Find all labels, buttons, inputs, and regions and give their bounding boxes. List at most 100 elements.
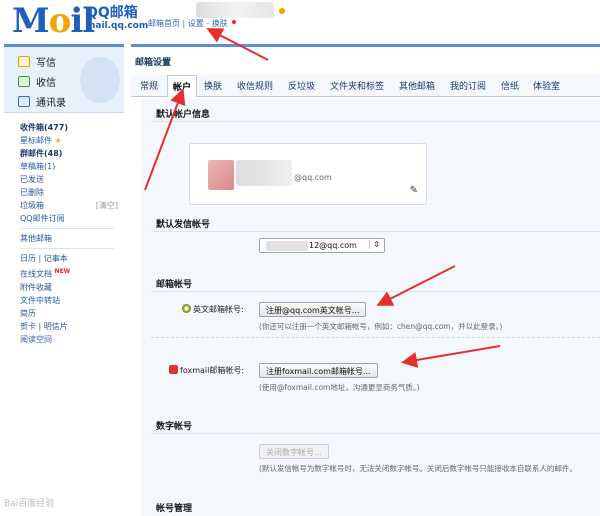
sidebar-actions: 写信 收信 通讯录 [4, 47, 124, 113]
account-management-title: 帐号管理 [156, 504, 193, 514]
folder-deleted[interactable]: 已删除 [20, 186, 118, 199]
tab-account[interactable]: 帐户 [167, 75, 198, 97]
english-account-hint: (你还可以注册一个英文邮箱帐号，例如：chen@qq.com，并以此登录。) [259, 322, 503, 331]
tab-folders[interactable]: 文件夹和标签 [330, 79, 384, 92]
folder-inbox[interactable]: 收件箱(477) [20, 121, 118, 134]
tab-other-mailbox[interactable]: 其他邮箱 [399, 79, 435, 92]
foxmail-account-label: foxmail邮箱帐号: [169, 365, 244, 376]
reading-space-link[interactable]: 阅读空间 [20, 333, 118, 346]
divider [151, 337, 600, 338]
divider [151, 121, 600, 122]
english-account-label: 英文邮箱帐号: [182, 304, 244, 315]
folder-drafts[interactable]: 草稿箱(1) [20, 160, 118, 173]
page-title: 邮箱设置 [135, 58, 172, 68]
divider [151, 231, 600, 232]
tab-general[interactable]: 常规 [140, 79, 158, 92]
divider [151, 291, 600, 292]
cards-row: 贺卡 | 明信片 [20, 321, 68, 331]
blurred-name [236, 160, 292, 186]
notes-link[interactable]: 记事本 [44, 254, 68, 263]
foxmail-account-label-text: foxmail邮箱帐号: [180, 366, 245, 375]
divider [20, 248, 114, 249]
contacts-label: 通讯录 [36, 97, 66, 109]
tab-skin[interactable]: 换肤 [204, 79, 222, 92]
resume-link[interactable]: 简历 [20, 307, 118, 320]
inbox-label: 收信 [36, 77, 56, 89]
compose-button[interactable]: 写信 [18, 53, 56, 69]
calendar-notes-row: 日历 | 记事本 [20, 254, 68, 263]
star-icon: ★ [54, 136, 62, 145]
sender-value: 12@qq.com [309, 241, 357, 250]
inbox-button[interactable]: 收信 [18, 73, 56, 89]
folder-spam[interactable]: 垃圾箱 [清空] [20, 199, 118, 212]
other-mailbox-link[interactable]: 其他邮箱 [20, 232, 118, 245]
file-transfer-link[interactable]: 文件中转站 [20, 294, 118, 307]
blurred-sender [266, 241, 308, 251]
new-badge: NEW [54, 268, 71, 275]
logo-cn-text: QQ邮箱 [86, 5, 138, 21]
divider [151, 433, 600, 434]
logo-domain-text: mail.qq.com [86, 21, 149, 31]
english-account-label-text: 英文邮箱帐号: [193, 305, 244, 314]
default-sender-title: 默认发信帐号 [156, 220, 211, 230]
digital-account-hint: (默认发信帐号为数字帐号时，无法关闭数字帐号。关闭后数字帐号只能接收本自联系人的… [259, 464, 577, 473]
clear-spam-link[interactable]: [清空] [96, 199, 118, 212]
qq-mail-logo[interactable]: Moil [12, 4, 95, 38]
online-docs-label: 在线文档 [20, 269, 52, 279]
postcard-link[interactable]: 明信片 [44, 322, 68, 331]
mailbox-account-title: 邮箱帐号 [156, 280, 193, 290]
nav-settings-link[interactable]: 设置 [188, 19, 204, 28]
folder-group[interactable]: 群邮件(48) [20, 147, 118, 160]
attachments-link[interactable]: 附件收藏 [20, 281, 118, 294]
avatar[interactable] [208, 160, 234, 190]
account-info-card: @qq.com ✎ [189, 143, 427, 205]
header: Moil QQ邮箱 mail.qq.com 邮箱首页 | 设置 - 换肤 [0, 0, 600, 44]
cards-link[interactable]: 贺卡 [20, 322, 36, 331]
blurred-username [196, 2, 274, 18]
folder-spam-label: 垃圾箱 [20, 201, 44, 210]
sidebar: 写信 收信 通讯录 收件箱(477) 星标邮件 ★ 群邮件(48) 草稿箱(1)… [4, 44, 124, 516]
nav-home-link[interactable]: 邮箱首页 [148, 19, 180, 28]
account-email: @qq.com [294, 173, 332, 182]
foxmail-account-hint: (使用@foxmail.com地址，沟通更显商务气质。) [259, 383, 420, 392]
edit-pencil-icon[interactable]: ✎ [410, 185, 418, 196]
folder-sent[interactable]: 已发送 [20, 173, 118, 186]
divider [20, 228, 114, 229]
settings-tabs: 常规 帐户 换肤 收信规则 反垃圾 文件夹和标签 其他邮箱 我的订阅 信纸 体验… [131, 75, 600, 97]
contacts-button[interactable]: 通讯录 [18, 93, 66, 109]
tab-stationery[interactable]: 信纸 [501, 79, 519, 92]
calendar-link[interactable]: 日历 [20, 254, 36, 263]
inbox-icon [18, 75, 30, 87]
nav-skin-link[interactable]: 换肤 [212, 19, 228, 28]
new-dot-icon [232, 20, 236, 24]
register-foxmail-account-button[interactable]: 注册foxmail.com邮箱帐号... [259, 363, 378, 378]
folder-list: 收件箱(477) 星标邮件 ★ 群邮件(48) 草稿箱(1) 已发送 已删除 垃… [4, 113, 124, 346]
select-arrow-icon: ⇕ [369, 240, 380, 249]
digital-account-title: 数字帐号 [156, 422, 193, 432]
tab-rules[interactable]: 收信规则 [237, 79, 273, 92]
online-docs-link[interactable]: 在线文档 NEW [20, 265, 118, 281]
register-english-account-button[interactable]: 注册@qq.com英文帐号... [259, 302, 367, 317]
top-nav: 邮箱首页 | 设置 - 换肤 [148, 18, 228, 29]
folder-starred-label: 星标邮件 [20, 136, 52, 145]
tab-subscriptions[interactable]: 我的订阅 [450, 79, 486, 92]
english-account-icon [182, 304, 191, 313]
folder-subscription[interactable]: QQ邮件订阅 [20, 212, 118, 225]
close-digital-account-button[interactable]: 关闭数字帐号... [259, 444, 329, 459]
default-account-title: 默认帐户信息 [156, 110, 211, 120]
settings-panel: 邮箱设置 常规 帐户 换肤 收信规则 反垃圾 文件夹和标签 其他邮箱 我的订阅 … [131, 44, 600, 516]
tab-antispam[interactable]: 反垃圾 [288, 79, 315, 92]
folder-starred[interactable]: 星标邮件 ★ [20, 134, 118, 147]
contacts-icon [18, 95, 30, 107]
account-settings-content: 默认帐户信息 @qq.com ✎ 默认发信帐号 12@qq.com ⇕ 邮箱帐号… [141, 99, 600, 516]
status-dot-icon [279, 8, 285, 14]
foxmail-icon [169, 365, 178, 374]
nav-separator: | [180, 19, 188, 28]
compose-label: 写信 [36, 57, 56, 69]
nav-dash: - [203, 19, 212, 28]
tab-lab[interactable]: 体验室 [533, 79, 560, 92]
baidu-watermark: Bai百度经验 [4, 499, 55, 509]
compose-icon [18, 55, 30, 67]
mascot-decoration [80, 57, 120, 103]
default-sender-select[interactable]: 12@qq.com ⇕ [259, 238, 385, 253]
